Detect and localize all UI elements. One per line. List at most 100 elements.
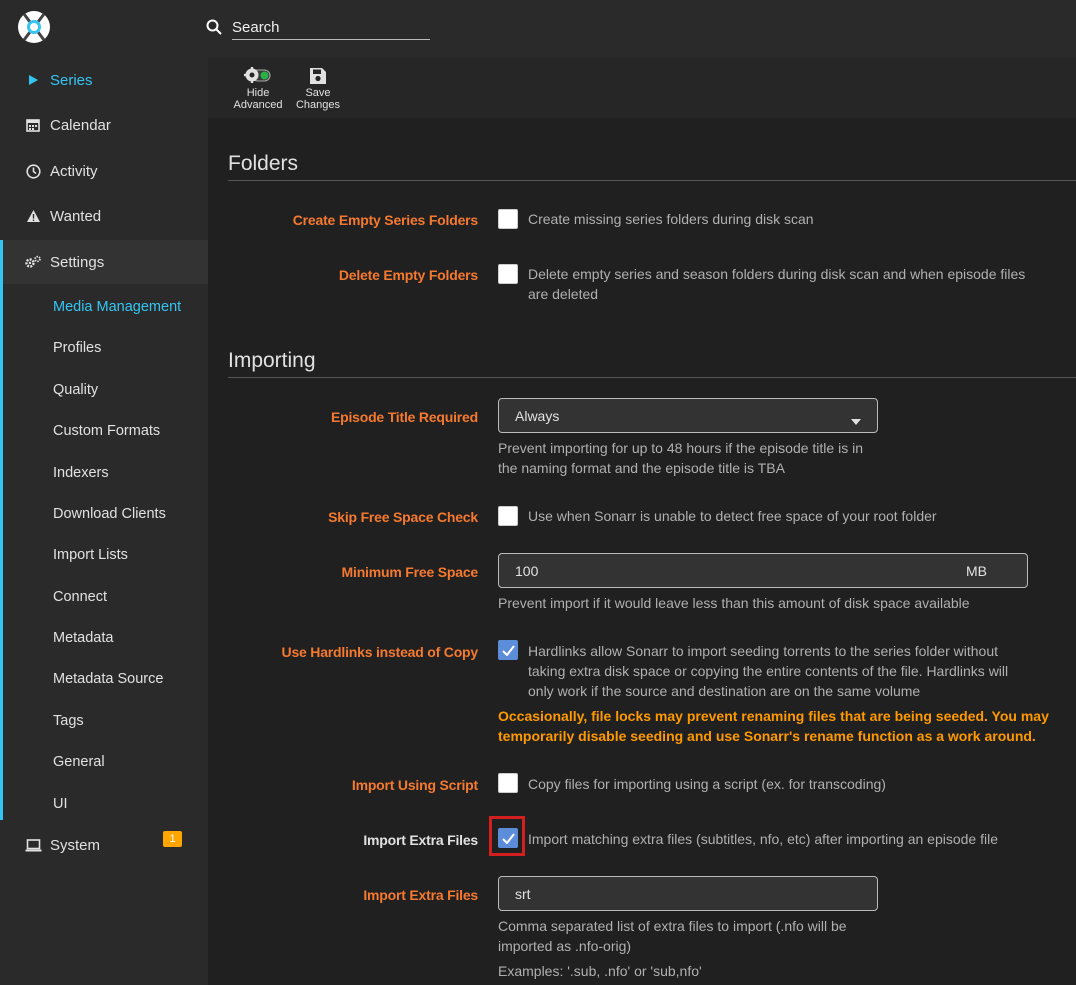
sidebar: Series Calendar Activity Wanted Settings… xyxy=(0,58,208,985)
warning-line: Occasionally, file locks may prevent ren… xyxy=(498,708,1049,724)
help-line: Delete empty series and season folders d… xyxy=(528,266,1026,282)
create-empty-folders-help: Create missing series folders during dis… xyxy=(528,211,814,227)
unit-label: MB xyxy=(966,563,987,579)
use-hardlinks-checkbox[interactable] xyxy=(498,640,518,660)
sidebar-subitem-metadata-source[interactable]: Metadata Source xyxy=(53,669,163,689)
sidebar-item-label: Settings xyxy=(50,253,105,271)
importing-section-title: Importing xyxy=(228,349,316,372)
help-line: Comma separated list of extra files to i… xyxy=(498,918,847,934)
hide-advanced-button[interactable]: Hide Advanced xyxy=(228,66,288,111)
import-using-script-label: Import Using Script xyxy=(351,777,478,793)
hide-advanced-label-line1: Hide xyxy=(246,87,270,99)
calendar-icon xyxy=(24,116,42,134)
search-bar xyxy=(206,17,430,41)
sonarr-logo-icon[interactable] xyxy=(17,10,51,44)
sidebar-subitem-custom-formats[interactable]: Custom Formats xyxy=(53,421,160,441)
help-line: are deleted xyxy=(528,286,599,302)
save-changes-button[interactable]: Save Changes xyxy=(288,66,348,111)
sidebar-subitem-metadata[interactable]: Metadata xyxy=(53,628,113,648)
search-icon xyxy=(206,19,224,37)
select-value: Always xyxy=(515,407,560,424)
create-empty-folders-label: Create Empty Series Folders xyxy=(292,212,478,228)
extra-file-extensions-input[interactable]: srt xyxy=(498,876,878,911)
sidebar-item-series[interactable]: Series xyxy=(0,58,208,102)
laptop-icon xyxy=(24,836,42,854)
delete-empty-folders-help: Delete empty series and season folders d… xyxy=(528,264,1025,304)
import-extra-files-label: Import Extra Files xyxy=(363,832,478,848)
sidebar-subitem-profiles[interactable]: Profiles xyxy=(53,338,101,358)
save-icon xyxy=(310,68,326,84)
input-value: srt xyxy=(515,885,531,902)
sidebar-item-label: Wanted xyxy=(50,207,102,225)
sidebar-subitem-import-lists[interactable]: Import Lists xyxy=(53,545,128,565)
section-divider xyxy=(228,180,1076,181)
search-input[interactable] xyxy=(232,17,430,40)
episode-title-required-select[interactable]: Always xyxy=(498,398,878,433)
sidebar-item-label: Activity xyxy=(50,162,98,180)
delete-empty-folders-label: Delete Empty Folders xyxy=(338,267,478,283)
help-line: imported as .nfo-orig) xyxy=(498,938,632,954)
sidebar-item-system[interactable]: System 1 xyxy=(0,823,208,867)
episode-title-required-help: Prevent importing for up to 48 hours if … xyxy=(498,438,863,478)
save-changes-label-line2: Changes xyxy=(295,99,341,111)
toggle-advanced-icon xyxy=(244,67,271,83)
warning-icon xyxy=(24,207,42,225)
save-changes-label-line1: Save xyxy=(305,87,331,99)
use-hardlinks-label: Use Hardlinks instead of Copy xyxy=(281,644,479,660)
extra-file-extensions-examples: Examples: '.sub, .nfo' or 'sub,nfo' xyxy=(498,963,702,979)
settings-group: Settings Media Management Profiles Quali… xyxy=(0,240,208,820)
hardlinks-warning: Occasionally, file locks may prevent ren… xyxy=(498,706,1049,746)
help-line: Hardlinks allow Sonarr to import seeding… xyxy=(528,643,998,659)
sidebar-subitem-connect[interactable]: Connect xyxy=(53,587,107,607)
clock-icon xyxy=(24,162,42,180)
sidebar-subitem-download-clients[interactable]: Download Clients xyxy=(53,504,166,524)
system-count-badge: 1 xyxy=(163,831,182,847)
settings-submenu: Media Management Profiles Quality Custom… xyxy=(3,284,208,820)
import-using-script-checkbox[interactable] xyxy=(498,773,518,793)
sidebar-item-label: System xyxy=(50,836,101,854)
help-line: the naming format and the episode title … xyxy=(498,460,785,476)
sidebar-item-label: Series xyxy=(50,71,93,89)
input-value: 100 xyxy=(515,562,539,579)
help-line: taking extra disk space or copying the e… xyxy=(528,663,1009,679)
warning-line: temporarily disable seeding and use Sona… xyxy=(498,728,1036,744)
skip-free-space-label: Skip Free Space Check xyxy=(328,509,478,525)
hide-advanced-label-line2: Advanced xyxy=(233,99,283,111)
use-hardlinks-help: Hardlinks allow Sonarr to import seeding… xyxy=(528,641,1008,701)
import-using-script-help: Copy files for importing using a script … xyxy=(528,776,886,792)
settings-content: Folders Create Empty Series Folders Crea… xyxy=(208,118,1076,985)
caret-down-icon xyxy=(851,412,861,428)
sidebar-subitem-quality[interactable]: Quality xyxy=(53,380,98,400)
section-divider xyxy=(228,377,1076,378)
sidebar-item-wanted[interactable]: Wanted xyxy=(0,194,208,238)
extra-file-extensions-label: Import Extra Files xyxy=(363,887,478,903)
sidebar-item-settings[interactable]: Settings xyxy=(3,240,208,284)
cogs-icon xyxy=(24,253,42,271)
sidebar-subitem-general[interactable]: General xyxy=(53,752,105,772)
minimum-free-space-label: Minimum Free Space xyxy=(341,564,479,580)
delete-empty-folders-checkbox[interactable] xyxy=(498,264,518,284)
episode-title-required-label: Episode Title Required xyxy=(330,409,478,425)
import-extra-files-help: Import matching extra files (subtitles, … xyxy=(528,831,998,847)
folders-section-title: Folders xyxy=(228,152,299,175)
sidebar-item-activity[interactable]: Activity xyxy=(0,149,208,193)
sidebar-subitem-media-management[interactable]: Media Management xyxy=(53,297,181,317)
top-bar xyxy=(0,0,1076,58)
play-icon xyxy=(24,71,42,89)
sidebar-subitem-indexers[interactable]: Indexers xyxy=(53,463,109,483)
page-toolbar: Hide Advanced Save Changes xyxy=(208,58,1076,118)
import-extra-files-checkbox[interactable] xyxy=(498,828,518,848)
check-icon xyxy=(502,833,515,844)
skip-free-space-checkbox[interactable] xyxy=(498,506,518,526)
help-line: only work if the source and destination … xyxy=(528,683,921,699)
check-icon xyxy=(502,645,515,656)
minimum-free-space-help: Prevent import if it would leave less th… xyxy=(498,595,970,611)
minimum-free-space-input[interactable]: 100 MB xyxy=(498,553,1028,588)
sidebar-item-calendar[interactable]: Calendar xyxy=(0,103,208,147)
sidebar-subitem-ui[interactable]: UI xyxy=(53,794,68,814)
skip-free-space-help: Use when Sonarr is unable to detect free… xyxy=(528,508,937,524)
sidebar-subitem-tags[interactable]: Tags xyxy=(53,711,84,731)
create-empty-folders-checkbox[interactable] xyxy=(498,209,518,229)
extra-file-extensions-help: Comma separated list of extra files to i… xyxy=(498,916,847,956)
help-line: Prevent importing for up to 48 hours if … xyxy=(498,440,863,456)
